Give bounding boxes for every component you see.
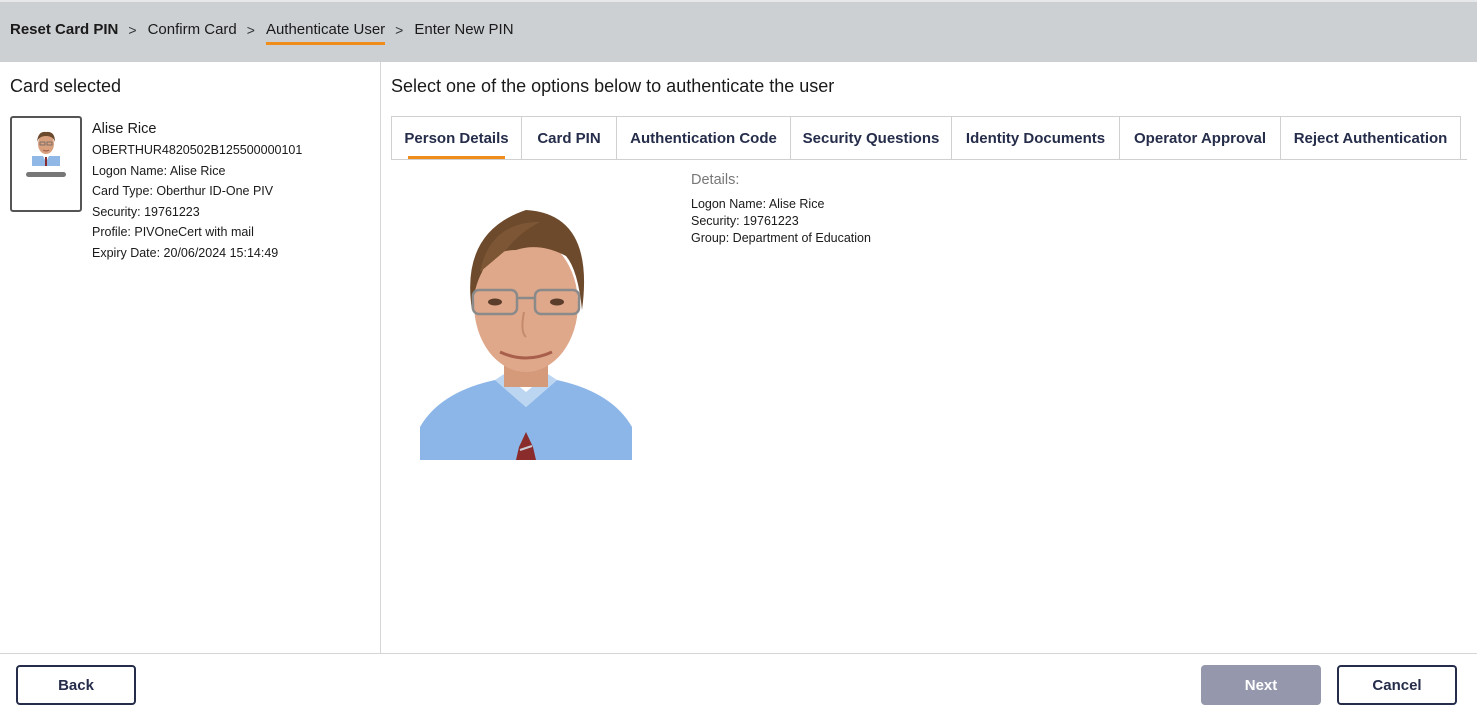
page-title: Select one of the options below to authe… bbox=[391, 76, 835, 96]
header-bar: Reset Card PIN > Confirm Card > Authenti… bbox=[0, 0, 1477, 62]
card-logon-name: Logon Name: Alise Rice bbox=[92, 163, 226, 178]
chevron-right-icon: > bbox=[246, 21, 255, 38]
card-expiry: Expiry Date: 20/06/2024 15:14:49 bbox=[92, 245, 279, 260]
breadcrumb-confirm-card[interactable]: Confirm Card bbox=[148, 21, 237, 40]
back-button[interactable]: Back bbox=[16, 665, 136, 705]
person-details: Details: Logon Name: Alise Rice Security… bbox=[691, 172, 871, 247]
card-serial: OBERTHUR4820502B125500000101 bbox=[92, 143, 303, 157]
footer-bar: Back Next Cancel bbox=[0, 653, 1477, 716]
breadcrumb-enter-new-pin[interactable]: Enter New PIN bbox=[414, 21, 513, 40]
main-panel: Select one of the options below to authe… bbox=[381, 62, 1477, 653]
card-type: Card Type: Oberthur ID-One PIV bbox=[92, 184, 274, 198]
card-profile: Profile: PIVOneCert with mail bbox=[92, 225, 254, 239]
card-info: Alise Rice OBERTHUR4820502B125500000101 … bbox=[92, 118, 302, 263]
card-panel: Card selected Alise Rice OBERTHUR4820502… bbox=[0, 62, 381, 653]
breadcrumb-reset-card-pin[interactable]: Reset Card PIN bbox=[10, 21, 118, 40]
person-thumbnail-icon bbox=[32, 131, 60, 166]
tab-identity-documents[interactable]: Identity Documents bbox=[951, 116, 1120, 160]
tab-reject-authentication[interactable]: Reject Authentication bbox=[1280, 116, 1461, 160]
details-group: Group: Department of Education bbox=[691, 231, 871, 245]
tab-authentication-code[interactable]: Authentication Code bbox=[616, 116, 791, 160]
tab-person-details[interactable]: Person Details bbox=[391, 116, 522, 160]
person-photo bbox=[420, 192, 632, 460]
card-security: Security: 19761223 bbox=[92, 204, 200, 219]
chevron-right-icon: > bbox=[128, 21, 137, 38]
tabs-divider bbox=[391, 159, 1467, 160]
breadcrumb-authenticate-user[interactable]: Authenticate User bbox=[265, 21, 386, 45]
tab-card-pin[interactable]: Card PIN bbox=[521, 116, 617, 160]
next-button[interactable]: Next bbox=[1201, 665, 1321, 705]
card-panel-title: Card selected bbox=[10, 76, 122, 96]
card-thumbnail bbox=[10, 116, 82, 212]
tab-operator-approval[interactable]: Operator Approval bbox=[1119, 116, 1281, 160]
card-holder-name: Alise Rice bbox=[92, 121, 157, 137]
details-security: Security: 19761223 bbox=[691, 214, 799, 228]
chevron-right-icon: > bbox=[395, 21, 404, 38]
cancel-button[interactable]: Cancel bbox=[1337, 665, 1457, 705]
auth-tabs: Person Details Card PIN Authentication C… bbox=[391, 116, 1461, 160]
tab-security-questions[interactable]: Security Questions bbox=[790, 116, 952, 160]
details-logon-name: Logon Name: Alise Rice bbox=[691, 197, 825, 211]
breadcrumb: Reset Card PIN > Confirm Card > Authenti… bbox=[10, 21, 514, 45]
card-stripe bbox=[26, 172, 66, 177]
details-heading: Details: bbox=[691, 172, 740, 188]
